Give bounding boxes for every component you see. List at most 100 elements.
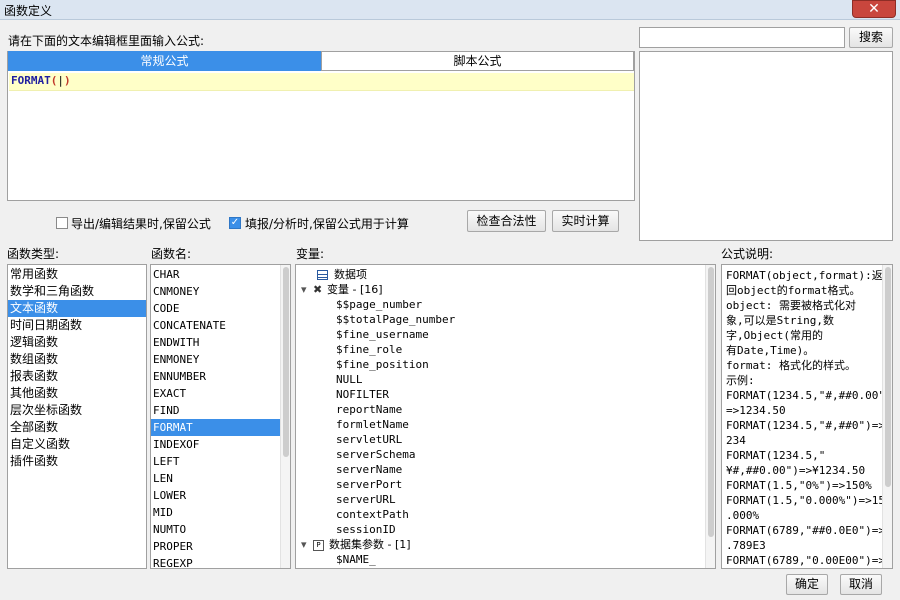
window-title: 函数定义 — [4, 4, 53, 18]
dataset-param-item[interactable]: $NAME_ — [296, 552, 701, 567]
func-type-item[interactable]: 文本函数 — [8, 300, 146, 317]
variable-item[interactable]: $$page_number — [296, 297, 701, 312]
func-type-item[interactable]: 层次坐标函数 — [8, 402, 146, 419]
description-line: 有Date,Time)。 — [726, 344, 815, 357]
func-name-item[interactable]: ENDWITH — [151, 334, 280, 351]
variable-icon: ✖ — [313, 283, 323, 296]
keep-formula-export-checkbox[interactable] — [56, 217, 68, 229]
tab-script-formula[interactable]: 脚本公式 — [321, 51, 634, 71]
description-line: 示例: — [726, 374, 755, 387]
func-name-item[interactable]: EXACT — [151, 385, 280, 402]
func-name-item[interactable]: PROPER — [151, 538, 280, 555]
func-type-item[interactable]: 数学和三角函数 — [8, 283, 146, 300]
tree-node-label: 数据集参数 - [1] — [329, 538, 411, 551]
func-type-item[interactable]: 全部函数 — [8, 419, 146, 436]
description-line: 回object的format格式。 — [726, 284, 861, 297]
scroll-thumb[interactable] — [283, 267, 289, 457]
func-name-item[interactable]: CODE — [151, 300, 280, 317]
scroll-thumb[interactable] — [885, 267, 891, 487]
close-button[interactable]: ✕ — [852, 0, 896, 18]
variable-item[interactable]: serverPort — [296, 477, 701, 492]
func-type-item[interactable]: 常用函数 — [8, 266, 146, 283]
tree-node-variables[interactable]: ▾ ✖ 变量 - [16] — [296, 282, 701, 297]
cancel-button[interactable]: 取消 — [840, 574, 882, 595]
variable-item[interactable]: serverSchema — [296, 447, 701, 462]
variable-item[interactable]: NULL — [296, 372, 701, 387]
func-name-item[interactable]: CNMONEY — [151, 283, 280, 300]
variable-item[interactable]: $$totalPage_number — [296, 312, 701, 327]
tree-node-dataset-params[interactable]: ▾ P 数据集参数 - [1] — [296, 537, 701, 552]
variable-item[interactable]: serverName — [296, 462, 701, 477]
func-name-item[interactable]: LEFT — [151, 453, 280, 470]
variable-item[interactable]: servletURL — [296, 432, 701, 447]
description-scrollbar[interactable] — [882, 265, 892, 568]
func-name-item[interactable]: CONCATENATE — [151, 317, 280, 334]
variables-tree[interactable]: 数据项 ▾ ✖ 变量 - [16] $$page_number $$totalPag… — [295, 264, 716, 569]
keep-formula-fill-label: 填报/分析时,保留公式用于计算 — [245, 217, 409, 231]
func-name-item[interactable]: ENMONEY — [151, 351, 280, 368]
variable-item[interactable]: serverURL — [296, 492, 701, 507]
keep-formula-export-label: 导出/编辑结果时,保留公式 — [71, 217, 211, 231]
description-line: 字,Object(常用的 — [726, 329, 823, 342]
tree-node-data-items[interactable]: 数据项 — [296, 267, 701, 282]
func-name-item[interactable]: MID — [151, 504, 280, 521]
variable-item[interactable]: $fine_position — [296, 357, 701, 372]
search-results-panel[interactable] — [639, 51, 893, 241]
parameter-icon: P — [313, 539, 324, 551]
description-line: 象,可以是String,数 — [726, 314, 834, 327]
variable-item[interactable]: contextPath — [296, 507, 701, 522]
ok-button[interactable]: 确定 — [786, 574, 828, 595]
description-line: FORMAT(1234.5,"#,##0")=>1 — [726, 419, 884, 432]
description-line: ¥#,##0.00")=>¥1234.50 — [726, 464, 866, 477]
variables-scrollbar[interactable] — [705, 265, 715, 568]
formula-func: FORMAT — [11, 74, 51, 87]
variable-item[interactable]: $fine_role — [296, 342, 701, 357]
search-button[interactable]: 搜索 — [849, 27, 893, 48]
func-name-item[interactable]: INDEXOF — [151, 436, 280, 453]
variable-item[interactable]: reportName — [296, 402, 701, 417]
func-name-item[interactable]: FORMAT — [151, 419, 280, 436]
check-validity-button[interactable]: 检查合法性 — [467, 210, 546, 232]
description-line: FORMAT(1.5,"0%")=>150% — [726, 479, 872, 492]
variable-item[interactable]: NOFILTER — [296, 387, 701, 402]
func-name-scrollbar[interactable] — [280, 265, 290, 568]
variable-item[interactable]: $fine_username — [296, 327, 701, 342]
func-type-item[interactable]: 报表函数 — [8, 368, 146, 385]
chevron-down-icon[interactable]: ▾ — [301, 537, 313, 552]
chevron-down-icon[interactable]: ▾ — [301, 282, 313, 297]
func-name-item[interactable]: LEN — [151, 470, 280, 487]
func-type-item[interactable]: 自定义函数 — [8, 436, 146, 453]
func-name-item[interactable]: REGEXP — [151, 555, 280, 568]
tree-node-label: 变量 - [16] — [327, 283, 383, 296]
func-type-item[interactable]: 逻辑函数 — [8, 334, 146, 351]
func-type-heading: 函数类型: — [7, 247, 60, 261]
func-name-item[interactable]: CHAR — [151, 266, 280, 283]
tab-regular-formula[interactable]: 常规公式 — [8, 51, 321, 71]
tree-node-label: 数据项 — [334, 268, 367, 281]
description-line: FORMAT(1234.5,"#,##0.00") — [726, 389, 884, 402]
func-type-list[interactable]: 常用函数 数学和三角函数 文本函数 时间日期函数 逻辑函数 数组函数 报表函数 … — [7, 264, 147, 569]
func-type-item[interactable]: 数组函数 — [8, 351, 146, 368]
description-line: =>1234.50 — [726, 404, 786, 417]
func-type-item[interactable]: 时间日期函数 — [8, 317, 146, 334]
func-name-item[interactable]: NUMTO — [151, 521, 280, 538]
scroll-thumb[interactable] — [708, 267, 714, 537]
realtime-calc-button[interactable]: 实时计算 — [552, 210, 619, 232]
search-input[interactable] — [639, 27, 845, 48]
close-icon: ✕ — [868, 1, 880, 17]
description-line: object: 需要被格式化对 — [726, 299, 856, 312]
func-name-item[interactable]: LOWER — [151, 487, 280, 504]
formula-text[interactable]: FORMAT(|) — [11, 74, 71, 87]
func-name-heading: 函数名: — [151, 247, 192, 261]
func-name-item[interactable]: ENNUMBER — [151, 368, 280, 385]
func-type-item[interactable]: 插件函数 — [8, 453, 146, 470]
variable-item[interactable]: sessionID — [296, 522, 701, 537]
description-line: format: 格式化的样式。 — [726, 359, 856, 372]
variable-item[interactable]: formletName — [296, 417, 701, 432]
description-line: FORMAT(6789,"##0.0E0")=>6 — [726, 524, 884, 537]
formula-close-paren: ) — [64, 74, 71, 87]
keep-formula-fill-checkbox[interactable]: ✓ — [229, 217, 241, 229]
func-type-item[interactable]: 其他函数 — [8, 385, 146, 402]
func-name-item[interactable]: FIND — [151, 402, 280, 419]
func-name-list[interactable]: CHAR CNMONEY CODE CONCATENATE ENDWITH EN… — [150, 264, 291, 569]
